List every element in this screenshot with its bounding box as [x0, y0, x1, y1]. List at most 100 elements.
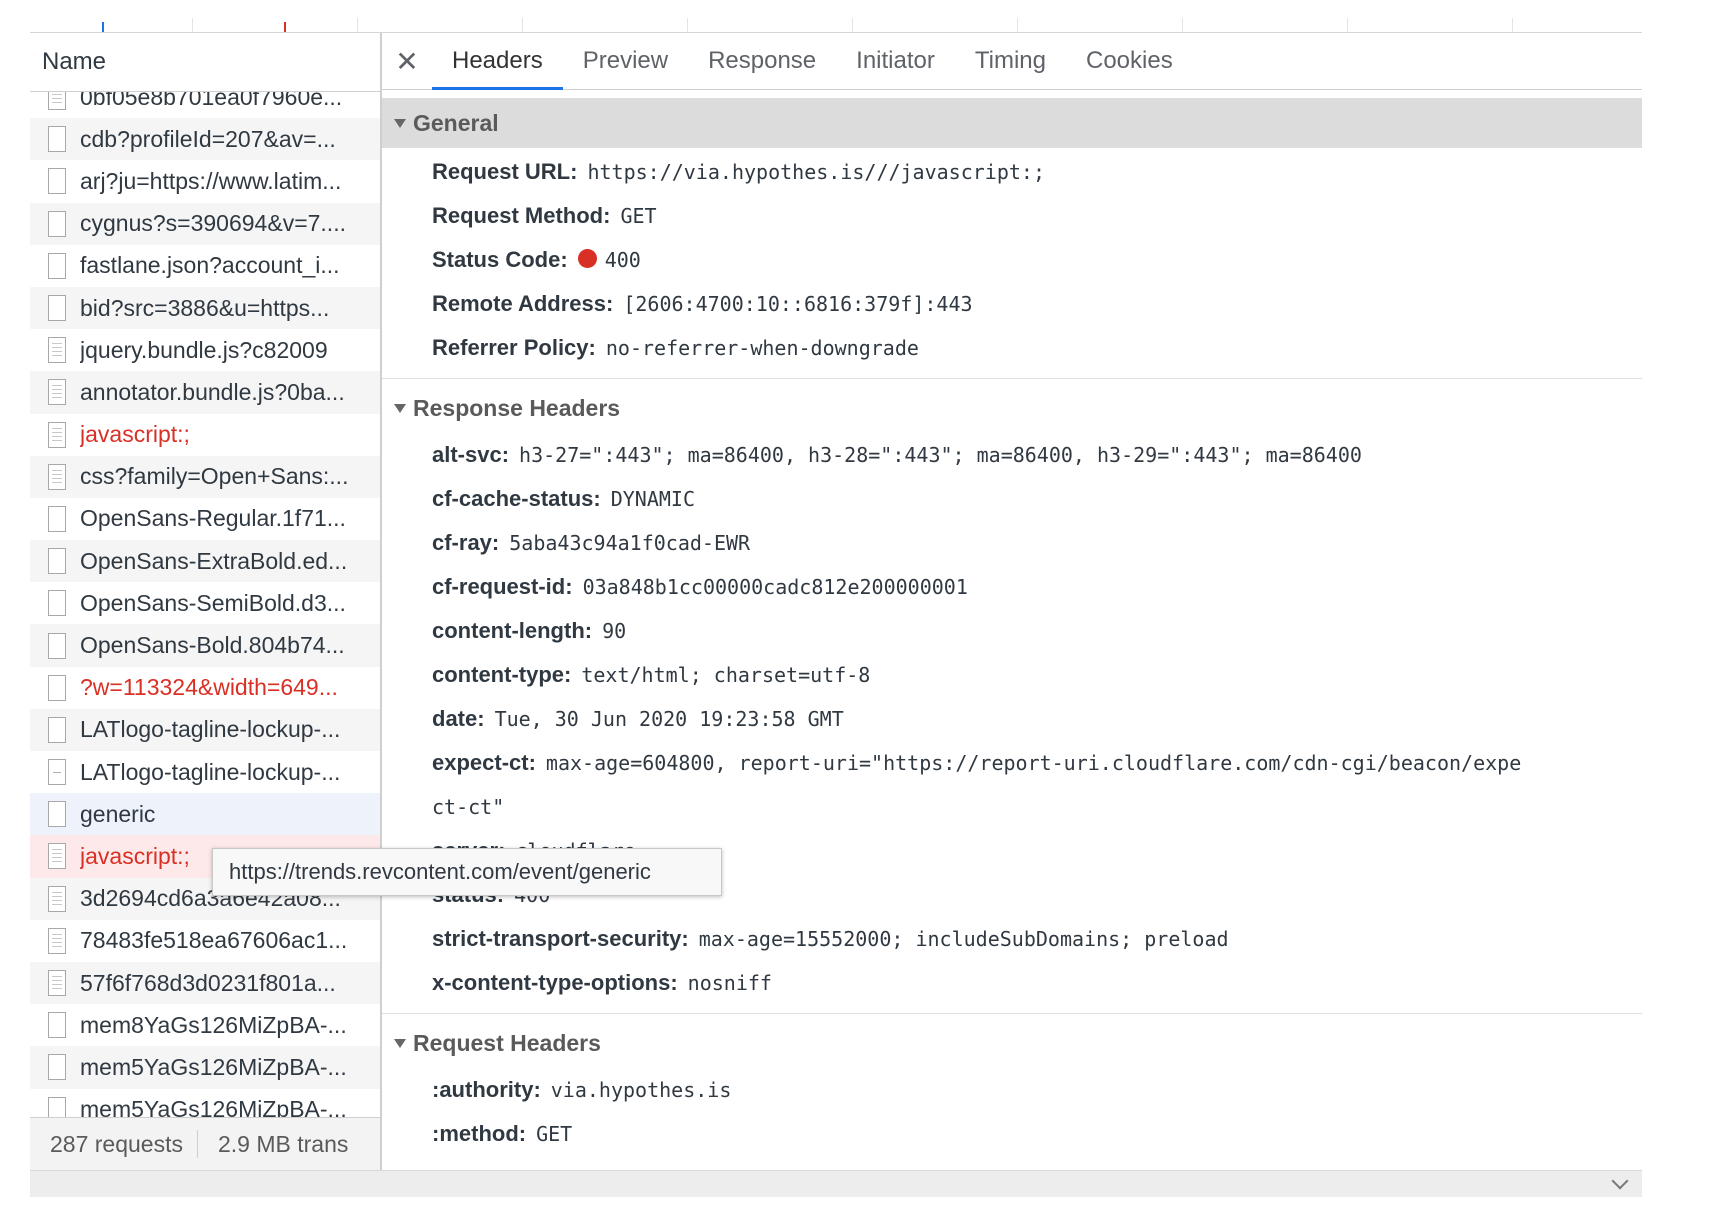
- header-field: x-content-type-options: nosniff: [432, 961, 1642, 1005]
- document-icon: [48, 337, 66, 364]
- header-field: cf-ray: 5aba43c94a1f0cad-EWR: [432, 521, 1642, 565]
- status-error-icon: [577, 249, 597, 268]
- header-field: content-type: text/html; charset=utf-8: [432, 653, 1642, 697]
- tab-timing[interactable]: Timing: [955, 33, 1066, 89]
- response-headers-section: alt-svc: h3-27=":443"; ma=86400, h3-28=":…: [382, 433, 1642, 1005]
- header-field: Remote Address: [2606:4700:10::6816:379f]…: [432, 282, 1642, 326]
- header-value: nosniff: [687, 971, 772, 995]
- request-row[interactable]: jquery.bundle.js?c82009: [30, 329, 380, 371]
- header-key: Request URL:: [432, 159, 578, 184]
- blank-file-icon: [48, 252, 66, 279]
- drawer-bar[interactable]: [30, 1170, 1642, 1197]
- status-footer: 287 requests 2.9 MB trans: [30, 1117, 380, 1170]
- request-name: fastlane.json?account_i...: [80, 252, 340, 279]
- request-name: jquery.bundle.js?c82009: [80, 336, 328, 363]
- header-field: Request URL: https://via.hypothes.is///ja…: [432, 150, 1642, 194]
- request-row[interactable]: mem8YaGs126MiZpBA-...: [30, 1004, 380, 1046]
- request-list[interactable]: 0bf05e8b701ea0f7960e... cdb?profileId=207…: [30, 92, 380, 1150]
- transferred-size: 2.9 MB trans: [217, 1130, 349, 1157]
- header-key: strict-transport-security:: [432, 926, 689, 951]
- request-headers-section: :authority: via.hypothes.is:method: GET: [382, 1068, 1642, 1156]
- request-name: OpenSans-SemiBold.d3...: [80, 589, 346, 616]
- tab-cookies[interactable]: Cookies: [1066, 33, 1193, 89]
- expand-triangle-icon: [394, 118, 406, 128]
- close-icon[interactable]: ✕: [382, 33, 432, 89]
- header-value: no-referrer-when-downgrade: [605, 336, 919, 360]
- tab-initiator[interactable]: Initiator: [836, 33, 955, 89]
- request-row[interactable]: cdb?profileId=207&av=...: [30, 118, 380, 161]
- request-name: arj?ju=https://www.latim...: [80, 167, 342, 194]
- request-name: mem5YaGs126MiZpBA-...: [80, 1053, 347, 1080]
- header-value: h3-27=":443"; ma=86400, h3-28=":443"; ma…: [519, 443, 1362, 467]
- request-row[interactable]: OpenSans-ExtraBold.ed...: [30, 540, 380, 583]
- header-field: :method: GET: [432, 1112, 1642, 1156]
- timeline-grid-line: [1182, 18, 1183, 32]
- header-key: content-type:: [432, 662, 572, 687]
- blank-file-icon: [48, 505, 66, 532]
- blank-file-icon: [48, 716, 66, 743]
- request-row[interactable]: OpenSans-SemiBold.d3...: [30, 582, 380, 624]
- tab-preview[interactable]: Preview: [563, 33, 688, 89]
- header-field: content-length: 90: [432, 609, 1642, 653]
- header-value: max-age=604800, report-uri="https://repo…: [545, 751, 1522, 775]
- header-field: date: Tue, 30 Jun 2020 19:23:58 GMT: [432, 697, 1642, 741]
- header-value: [2606:4700:10::6816:379f]:443: [623, 292, 973, 316]
- header-key: date:: [432, 706, 485, 731]
- expand-triangle-icon: [394, 403, 406, 413]
- general-section-title: General: [413, 109, 499, 136]
- request-row[interactable]: OpenSans-Bold.804b74...: [30, 624, 380, 667]
- header-key: cf-cache-status:: [432, 486, 601, 511]
- request-row[interactable]: ?w=113324&width=649...: [30, 667, 380, 709]
- request-details-panel: ✕ Headers Preview Response Initiator Timing C…: [382, 33, 1642, 1170]
- blank-file-icon: [48, 548, 66, 575]
- header-field: ct-ct": [432, 785, 1642, 829]
- response-headers-section-header[interactable]: Response Headers: [382, 383, 1642, 433]
- request-name: LATlogo-tagline-lockup-...: [80, 716, 341, 743]
- request-row[interactable]: fastlane.json?account_i...: [30, 245, 380, 287]
- document-icon: [48, 379, 66, 406]
- request-headers-section-header[interactable]: Request Headers: [382, 1018, 1642, 1068]
- request-row[interactable]: annotator.bundle.js?0ba...: [30, 371, 380, 414]
- chevron-down-icon[interactable]: [1611, 1172, 1629, 1190]
- blank-file-icon: [48, 590, 66, 617]
- timeline-grid-line: [522, 18, 523, 32]
- header-field: Referrer Policy: no-referrer-when-downgra…: [432, 326, 1642, 370]
- section-divider: [382, 378, 1642, 379]
- header-value: Tue, 30 Jun 2020 19:23:58 GMT: [494, 707, 844, 731]
- request-row[interactable]: arj?ju=https://www.latim...: [30, 160, 380, 202]
- request-row[interactable]: javascript:;: [30, 414, 380, 456]
- header-value: via.hypothes.is: [550, 1078, 732, 1102]
- request-row[interactable]: css?family=Open+Sans:...: [30, 455, 380, 498]
- request-row[interactable]: LATlogo-tagline-lockup-...: [30, 751, 380, 793]
- tab-response[interactable]: Response: [688, 33, 836, 89]
- header-value: DYNAMIC: [610, 487, 696, 511]
- general-section-header[interactable]: General: [382, 98, 1642, 148]
- timeline-dom-marker: [102, 22, 104, 32]
- request-name: mem8YaGs126MiZpBA-...: [80, 1011, 347, 1038]
- request-row[interactable]: 78483fe518ea67606ac1...: [30, 920, 380, 962]
- request-name: OpenSans-ExtraBold.ed...: [80, 547, 348, 574]
- blank-file-icon: [48, 168, 66, 195]
- request-name: annotator.bundle.js?0ba...: [80, 378, 345, 405]
- tooltip-text: https://trends.revcontent.com/event/gene…: [229, 859, 651, 884]
- request-row[interactable]: 0bf05e8b701ea0f7960e...: [30, 92, 380, 118]
- blank-file-icon: [48, 801, 66, 828]
- tab-headers[interactable]: Headers: [432, 33, 563, 90]
- request-row[interactable]: cygnus?s=390694&v=7....: [30, 202, 380, 245]
- request-row[interactable]: bid?src=3886&u=https...: [30, 286, 380, 330]
- request-row[interactable]: LATlogo-tagline-lockup-...: [30, 708, 380, 751]
- name-column-header[interactable]: Name: [30, 33, 380, 92]
- details-tabbar: ✕ Headers Preview Response Initiator Timing C…: [382, 33, 1642, 90]
- request-row[interactable]: mem5YaGs126MiZpBA-...: [30, 1046, 380, 1089]
- header-value: max-age=15552000; includeSubDomains; pre…: [698, 927, 1229, 951]
- request-row[interactable]: OpenSans-Regular.1f71...: [30, 498, 380, 540]
- request-name: cygnus?s=390694&v=7....: [80, 210, 346, 237]
- blank-file-icon: [48, 210, 66, 237]
- header-key: x-content-type-options:: [432, 970, 678, 995]
- request-row[interactable]: generic: [30, 793, 380, 836]
- request-count: 287 requests: [50, 1130, 183, 1157]
- document-icon: [48, 463, 66, 490]
- timeline-overview[interactable]: [30, 0, 1642, 33]
- header-key: Request Method:: [432, 203, 611, 228]
- request-row[interactable]: 57f6f768d3d0231f801a...: [30, 961, 380, 1005]
